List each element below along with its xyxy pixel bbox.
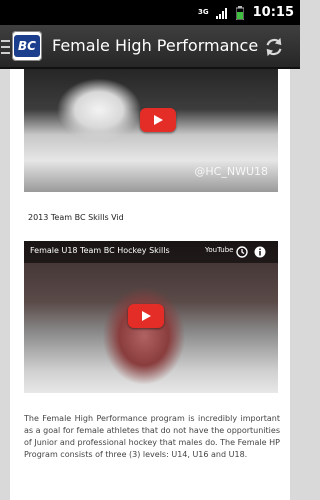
refresh-button[interactable] [262, 35, 286, 59]
video-watermark: @HC_NWU18 [194, 165, 268, 178]
video-embed-2[interactable]: Female U18 Team BC Hockey Skills YouTube [24, 241, 278, 393]
video-title[interactable]: Female U18 Team BC Hockey Skills [30, 246, 170, 255]
battery-icon [235, 5, 244, 20]
network-type: 3G [198, 9, 209, 16]
network-type-label: 3G [197, 8, 209, 16]
signal-icon [215, 7, 229, 19]
logo-text: BC [14, 35, 40, 57]
video-top-bar: Female U18 Team BC Hockey Skills YouTube [24, 241, 278, 263]
refresh-icon [266, 37, 282, 57]
play-button[interactable] [140, 108, 176, 132]
youtube-label[interactable]: YouTube [205, 246, 233, 254]
page-title: Female High Performance [52, 36, 259, 55]
app-action-bar: BC Female High Performance [0, 25, 300, 69]
watch-later-icon[interactable] [234, 244, 250, 260]
play-icon [154, 115, 163, 125]
clock: 10:15 [252, 5, 294, 20]
video-embed-1[interactable]: @HC_NWU18 [24, 69, 278, 192]
section-title: 2013 Team BC Skills Vid [28, 213, 124, 222]
content-scroll-area[interactable]: @HC_NWU18 2013 Team BC Skills Vid Female… [0, 69, 300, 500]
status-bar: 3G 10:15 [0, 0, 300, 25]
content-card: @HC_NWU18 2013 Team BC Skills Vid Female… [10, 69, 290, 500]
drawer-menu-icon[interactable] [1, 40, 10, 54]
team-bc-logo[interactable]: BC [12, 31, 42, 61]
program-description: The Female High Performance program is i… [24, 414, 280, 459]
play-button[interactable] [128, 304, 164, 328]
info-icon[interactable] [252, 244, 268, 260]
play-icon [142, 311, 151, 321]
